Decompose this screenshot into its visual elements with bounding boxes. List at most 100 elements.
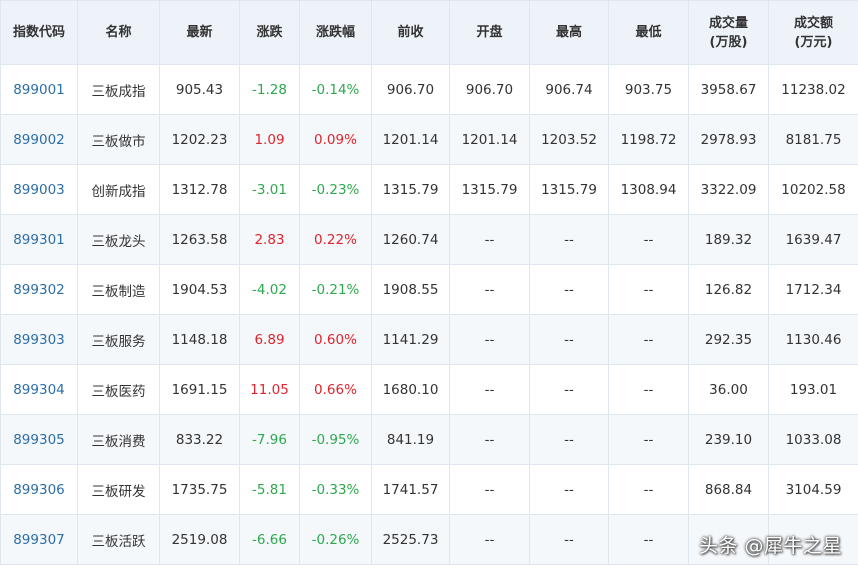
cell-change-pct: -0.23%: [299, 164, 372, 215]
index-code-link[interactable]: 899305: [13, 432, 65, 448]
cell-amount: 11238.02: [768, 64, 858, 115]
cell-index-code: 899003: [0, 164, 78, 215]
index-code-link[interactable]: 899302: [13, 282, 65, 298]
cell-high: 906.74: [529, 64, 609, 115]
cell-volume: 36.00: [688, 364, 769, 415]
cell-volume: 126.82: [688, 264, 769, 315]
cell-prev-close: 1680.10: [371, 364, 450, 415]
cell-change: -7.96: [239, 414, 300, 465]
cell-low: --: [608, 514, 689, 565]
table-row: 899302 三板制造 1904.53 -4.02 -0.21% 1908.55 -- -- -…: [0, 264, 858, 315]
cell-change: -5.81: [239, 464, 300, 515]
cell-index-code: 899305: [0, 414, 78, 465]
cell-latest: 1691.15: [159, 364, 240, 415]
header-high: 最高: [529, 0, 609, 65]
cell-high: --: [529, 364, 609, 415]
cell-amount: 8181.75: [768, 114, 858, 165]
cell-change-pct: -0.95%: [299, 414, 372, 465]
cell-name: 三板制造: [77, 264, 160, 315]
cell-change-pct: 0.60%: [299, 314, 372, 365]
cell-name: 三板服务: [77, 314, 160, 365]
table-row: 899001 三板成指 905.43 -1.28 -0.14% 906.70 906.70 9…: [0, 64, 858, 115]
cell-open: --: [449, 514, 530, 565]
cell-prev-close: 1260.74: [371, 214, 450, 265]
header-name: 名称: [77, 0, 160, 65]
cell-high: --: [529, 314, 609, 365]
cell-name: 三板龙头: [77, 214, 160, 265]
index-code-link[interactable]: 899002: [13, 132, 65, 148]
cell-open: --: [449, 214, 530, 265]
index-code-link[interactable]: 899306: [13, 482, 65, 498]
watermark: 头条 @犀牛之星: [698, 535, 842, 557]
cell-low: --: [608, 314, 689, 365]
table-row: 899304 三板医药 1691.15 11.05 0.66% 1680.10 -- -- --…: [0, 364, 858, 415]
cell-amount: 193.01: [768, 364, 858, 415]
cell-index-code: 899306: [0, 464, 78, 515]
cell-latest: 1202.23: [159, 114, 240, 165]
cell-name: 三板成指: [77, 64, 160, 115]
cell-low: 1308.94: [608, 164, 689, 215]
cell-name: 三板活跃: [77, 514, 160, 565]
table-row: 899003 创新成指 1312.78 -3.01 -0.23% 1315.79 1315.…: [0, 164, 858, 215]
index-code-link[interactable]: 899303: [13, 332, 65, 348]
cell-low: --: [608, 264, 689, 315]
header-open: 开盘: [449, 0, 530, 65]
index-code-link[interactable]: 899301: [13, 232, 65, 248]
index-code-link[interactable]: 899304: [13, 382, 65, 398]
cell-index-code: 899001: [0, 64, 78, 115]
cell-low: 1198.72: [608, 114, 689, 165]
index-code-link[interactable]: 899307: [13, 532, 65, 548]
cell-change-pct: 0.22%: [299, 214, 372, 265]
cell-volume: 292.35: [688, 314, 769, 365]
cell-latest: 833.22: [159, 414, 240, 465]
cell-index-code: 899307: [0, 514, 78, 565]
index-code-link[interactable]: 899001: [13, 82, 65, 98]
cell-index-code: 899301: [0, 214, 78, 265]
cell-amount: 1033.08: [768, 414, 858, 465]
cell-latest: 2519.08: [159, 514, 240, 565]
index-quote-table: 指数代码 名称 最新 涨跌 涨跌幅 前收 开盘 最高 最低 成交量 (万股) 成…: [0, 0, 858, 565]
cell-change: 1.09: [239, 114, 300, 165]
cell-high: --: [529, 414, 609, 465]
cell-volume: 868.84: [688, 464, 769, 515]
table-row: 899301 三板龙头 1263.58 2.83 0.22% 1260.74 -- -- -- 1…: [0, 214, 858, 265]
cell-open: 1201.14: [449, 114, 530, 165]
cell-low: 903.75: [608, 64, 689, 115]
cell-amount: 1712.34: [768, 264, 858, 315]
cell-volume: 189.32: [688, 214, 769, 265]
header-change-pct: 涨跌幅: [299, 0, 372, 65]
cell-high: --: [529, 464, 609, 515]
cell-prev-close: 2525.73: [371, 514, 450, 565]
cell-low: --: [608, 364, 689, 415]
header-index-code: 指数代码: [0, 0, 78, 65]
cell-latest: 1263.58: [159, 214, 240, 265]
header-prev-close: 前收: [371, 0, 450, 65]
cell-index-code: 899303: [0, 314, 78, 365]
cell-index-code: 899304: [0, 364, 78, 415]
table-body: 899001 三板成指 905.43 -1.28 -0.14% 906.70 906.70 9…: [0, 64, 858, 565]
cell-volume: 2978.93: [688, 114, 769, 165]
cell-change: -1.28: [239, 64, 300, 115]
cell-latest: 1904.53: [159, 264, 240, 315]
cell-amount: 1130.46: [768, 314, 858, 365]
cell-low: --: [608, 414, 689, 465]
cell-volume: 239.10: [688, 414, 769, 465]
header-volume: 成交量 (万股): [688, 0, 769, 65]
table-row: 899305 三板消费 833.22 -7.96 -0.95% 841.19 -- -- -- 2…: [0, 414, 858, 465]
cell-high: 1203.52: [529, 114, 609, 165]
cell-index-code: 899302: [0, 264, 78, 315]
cell-change-pct: 0.09%: [299, 114, 372, 165]
cell-amount: 10202.58: [768, 164, 858, 215]
cell-change: 6.89: [239, 314, 300, 365]
cell-prev-close: 906.70: [371, 64, 450, 115]
cell-change: -3.01: [239, 164, 300, 215]
cell-amount: 3104.59: [768, 464, 858, 515]
cell-prev-close: 1741.57: [371, 464, 450, 515]
cell-high: 1315.79: [529, 164, 609, 215]
cell-prev-close: 1908.55: [371, 264, 450, 315]
cell-name: 三板做市: [77, 114, 160, 165]
index-code-link[interactable]: 899003: [13, 182, 65, 198]
cell-latest: 1148.18: [159, 314, 240, 365]
cell-open: --: [449, 414, 530, 465]
table-header-row: 指数代码 名称 最新 涨跌 涨跌幅 前收 开盘 最高 最低 成交量 (万股) 成…: [0, 0, 858, 65]
